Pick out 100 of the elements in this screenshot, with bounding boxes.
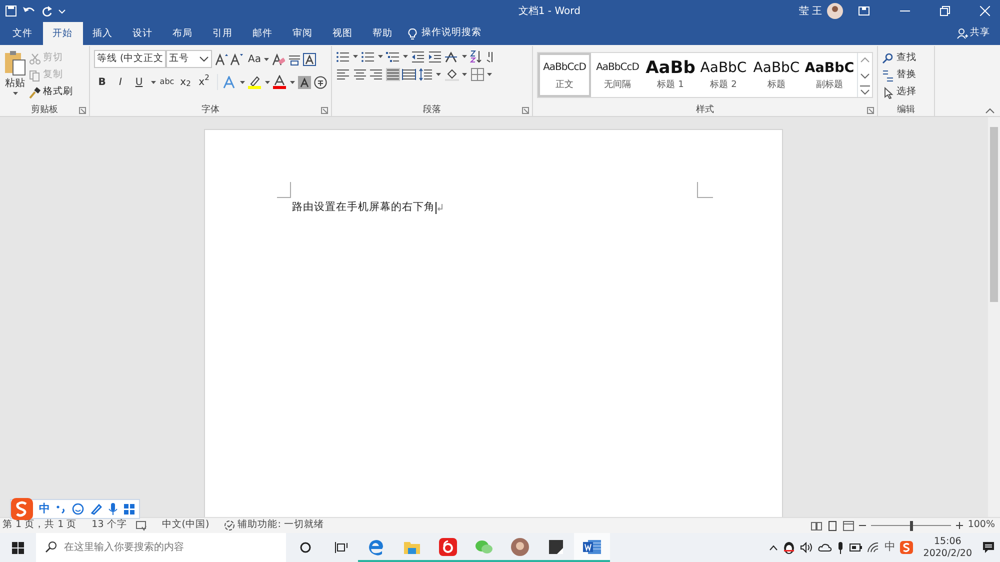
- clock[interactable]: 15:06 2020/2/20: [923, 536, 972, 560]
- pen-icon[interactable]: [90, 503, 102, 515]
- style-gallery-item[interactable]: AaBbC 副标题: [803, 53, 856, 97]
- zoom-slider-thumb[interactable]: [910, 520, 913, 530]
- tell-me-search[interactable]: 操作说明搜索: [422, 26, 482, 41]
- ribbon-tab[interactable]: 插入: [82, 22, 122, 45]
- cloud-icon[interactable]: [818, 543, 832, 552]
- clear-format-icon[interactable]: [272, 52, 286, 66]
- taskbar-app-button[interactable]: [574, 533, 610, 562]
- sticky-notes-icon[interactable]: [547, 538, 565, 556]
- ribbon-tab[interactable]: 开始: [42, 22, 82, 45]
- dialog-launcher-icon[interactable]: [79, 107, 86, 114]
- format-button[interactable]: B: [94, 73, 110, 91]
- ribbon-display-icon[interactable]: [858, 6, 870, 16]
- ribbon-tab[interactable]: 文件: [2, 22, 42, 45]
- music-app-icon[interactable]: [439, 538, 457, 556]
- volume-icon[interactable]: [800, 542, 814, 553]
- battery-icon[interactable]: [849, 543, 862, 552]
- caret-icon[interactable]: [486, 72, 493, 77]
- sogou-logo-icon[interactable]: [11, 498, 33, 520]
- show-hidden-icons[interactable]: [769, 544, 778, 550]
- language-status[interactable]: 中文(中国): [162, 518, 210, 533]
- caret-icon[interactable]: [264, 80, 270, 84]
- customize-icon[interactable]: [58, 7, 66, 15]
- align-center-icon[interactable]: [352, 68, 366, 81]
- ribbon-tab[interactable]: 引用: [202, 22, 242, 45]
- dialog-launcher-icon[interactable]: [522, 107, 529, 114]
- editing-command[interactable]: 选择: [882, 84, 930, 101]
- align-right-icon[interactable]: [369, 68, 383, 81]
- dialog-launcher-icon[interactable]: [321, 107, 328, 114]
- user-name[interactable]: 莹 王: [798, 4, 822, 18]
- editing-command[interactable]: 替换: [882, 67, 930, 84]
- style-gallery-item[interactable]: AaBbC 标题 2: [697, 53, 750, 97]
- format-button[interactable]: I: [112, 73, 128, 91]
- enclose-character-icon[interactable]: [314, 76, 326, 88]
- task-view-icon[interactable]: [334, 542, 348, 553]
- print-layout-icon[interactable]: [826, 520, 838, 530]
- ribbon-tab[interactable]: 帮助: [362, 22, 402, 45]
- character-border-icon[interactable]: [303, 52, 316, 66]
- editing-command[interactable]: 查找: [882, 50, 930, 67]
- restore-icon[interactable]: [940, 6, 950, 16]
- style-gallery-item[interactable]: AaBbCcD 正文: [538, 53, 591, 97]
- page-count[interactable]: 第 1 页，共 1 页: [2, 518, 77, 533]
- format-button[interactable]: U: [131, 73, 147, 91]
- edge-browser-icon[interactable]: [367, 538, 385, 556]
- align-left-icon[interactable]: [336, 68, 350, 81]
- format-button[interactable]: x$^{2}$: [196, 73, 212, 91]
- style-gallery-item[interactable]: AaBbC 标题: [750, 53, 803, 97]
- zoom-in-icon[interactable]: [956, 522, 963, 529]
- word-count[interactable]: 13 个字: [92, 518, 127, 533]
- caret-icon[interactable]: [262, 56, 270, 62]
- text-effects-icon[interactable]: [223, 76, 236, 88]
- decrease-indent-icon[interactable]: [411, 50, 425, 62]
- font-color-icon[interactable]: [273, 75, 286, 89]
- emoji-icon[interactable]: [72, 503, 84, 515]
- collapse-ribbon-icon[interactable]: [985, 106, 995, 114]
- font-size-field[interactable]: 五号: [166, 50, 212, 68]
- taskbar-search-field[interactable]: 在这里输入你要搜索的内容: [36, 533, 286, 562]
- penguin-icon[interactable]: [783, 541, 796, 554]
- justify-icon[interactable]: [386, 68, 400, 81]
- format-button[interactable]: abc: [159, 73, 175, 91]
- multilevel-list-icon[interactable]: [386, 50, 399, 62]
- sogou-logo-icon[interactable]: [900, 541, 914, 554]
- line-spacing-icon[interactable]: [418, 68, 432, 81]
- caret-icon[interactable]: [199, 55, 209, 63]
- avatar[interactable]: [511, 538, 529, 556]
- caret-icon[interactable]: [402, 54, 408, 59]
- avatar[interactable]: [827, 3, 843, 19]
- caret-icon[interactable]: [238, 80, 246, 84]
- punctuation-icon[interactable]: [56, 504, 66, 514]
- increase-indent-icon[interactable]: [428, 50, 442, 62]
- ribbon-tab[interactable]: 视图: [322, 22, 362, 45]
- redo-icon[interactable]: [41, 5, 53, 17]
- ribbon-tab[interactable]: 审阅: [282, 22, 322, 45]
- grow-font-icon[interactable]: [214, 52, 228, 66]
- zoom-level[interactable]: 100%: [968, 518, 995, 533]
- distribute-icon[interactable]: [402, 68, 416, 81]
- web-layout-icon[interactable]: [842, 520, 854, 530]
- accessibility-icon[interactable]: [224, 520, 236, 531]
- character-shading-icon[interactable]: [298, 76, 311, 88]
- caret-icon[interactable]: [12, 91, 18, 96]
- microphone-icon[interactable]: [837, 542, 844, 554]
- person-icon[interactable]: [956, 28, 968, 39]
- change-case-button[interactable]: Aa: [248, 50, 270, 68]
- numbering-icon[interactable]: [361, 50, 374, 62]
- input-indicator[interactable]: 中: [884, 539, 896, 556]
- input-mode-toggle[interactable]: 中: [39, 500, 50, 518]
- format-button[interactable]: x$_{2}$: [178, 73, 194, 91]
- wifi-icon[interactable]: [867, 542, 880, 553]
- dialog-launcher-icon[interactable]: [867, 107, 874, 114]
- read-mode-icon[interactable]: [810, 520, 822, 530]
- bullets-icon[interactable]: [336, 50, 349, 62]
- style-gallery-item[interactable]: AaBb 标题 1: [644, 53, 697, 97]
- clipboard-command[interactable]: 格式刷: [28, 84, 73, 101]
- windows-start-icon[interactable]: [12, 542, 24, 554]
- borders-icon[interactable]: [470, 68, 484, 81]
- sort-icon[interactable]: [470, 50, 482, 63]
- toolbox-icon[interactable]: [124, 504, 135, 514]
- caret-icon[interactable]: [288, 80, 296, 84]
- caret-icon[interactable]: [435, 72, 442, 77]
